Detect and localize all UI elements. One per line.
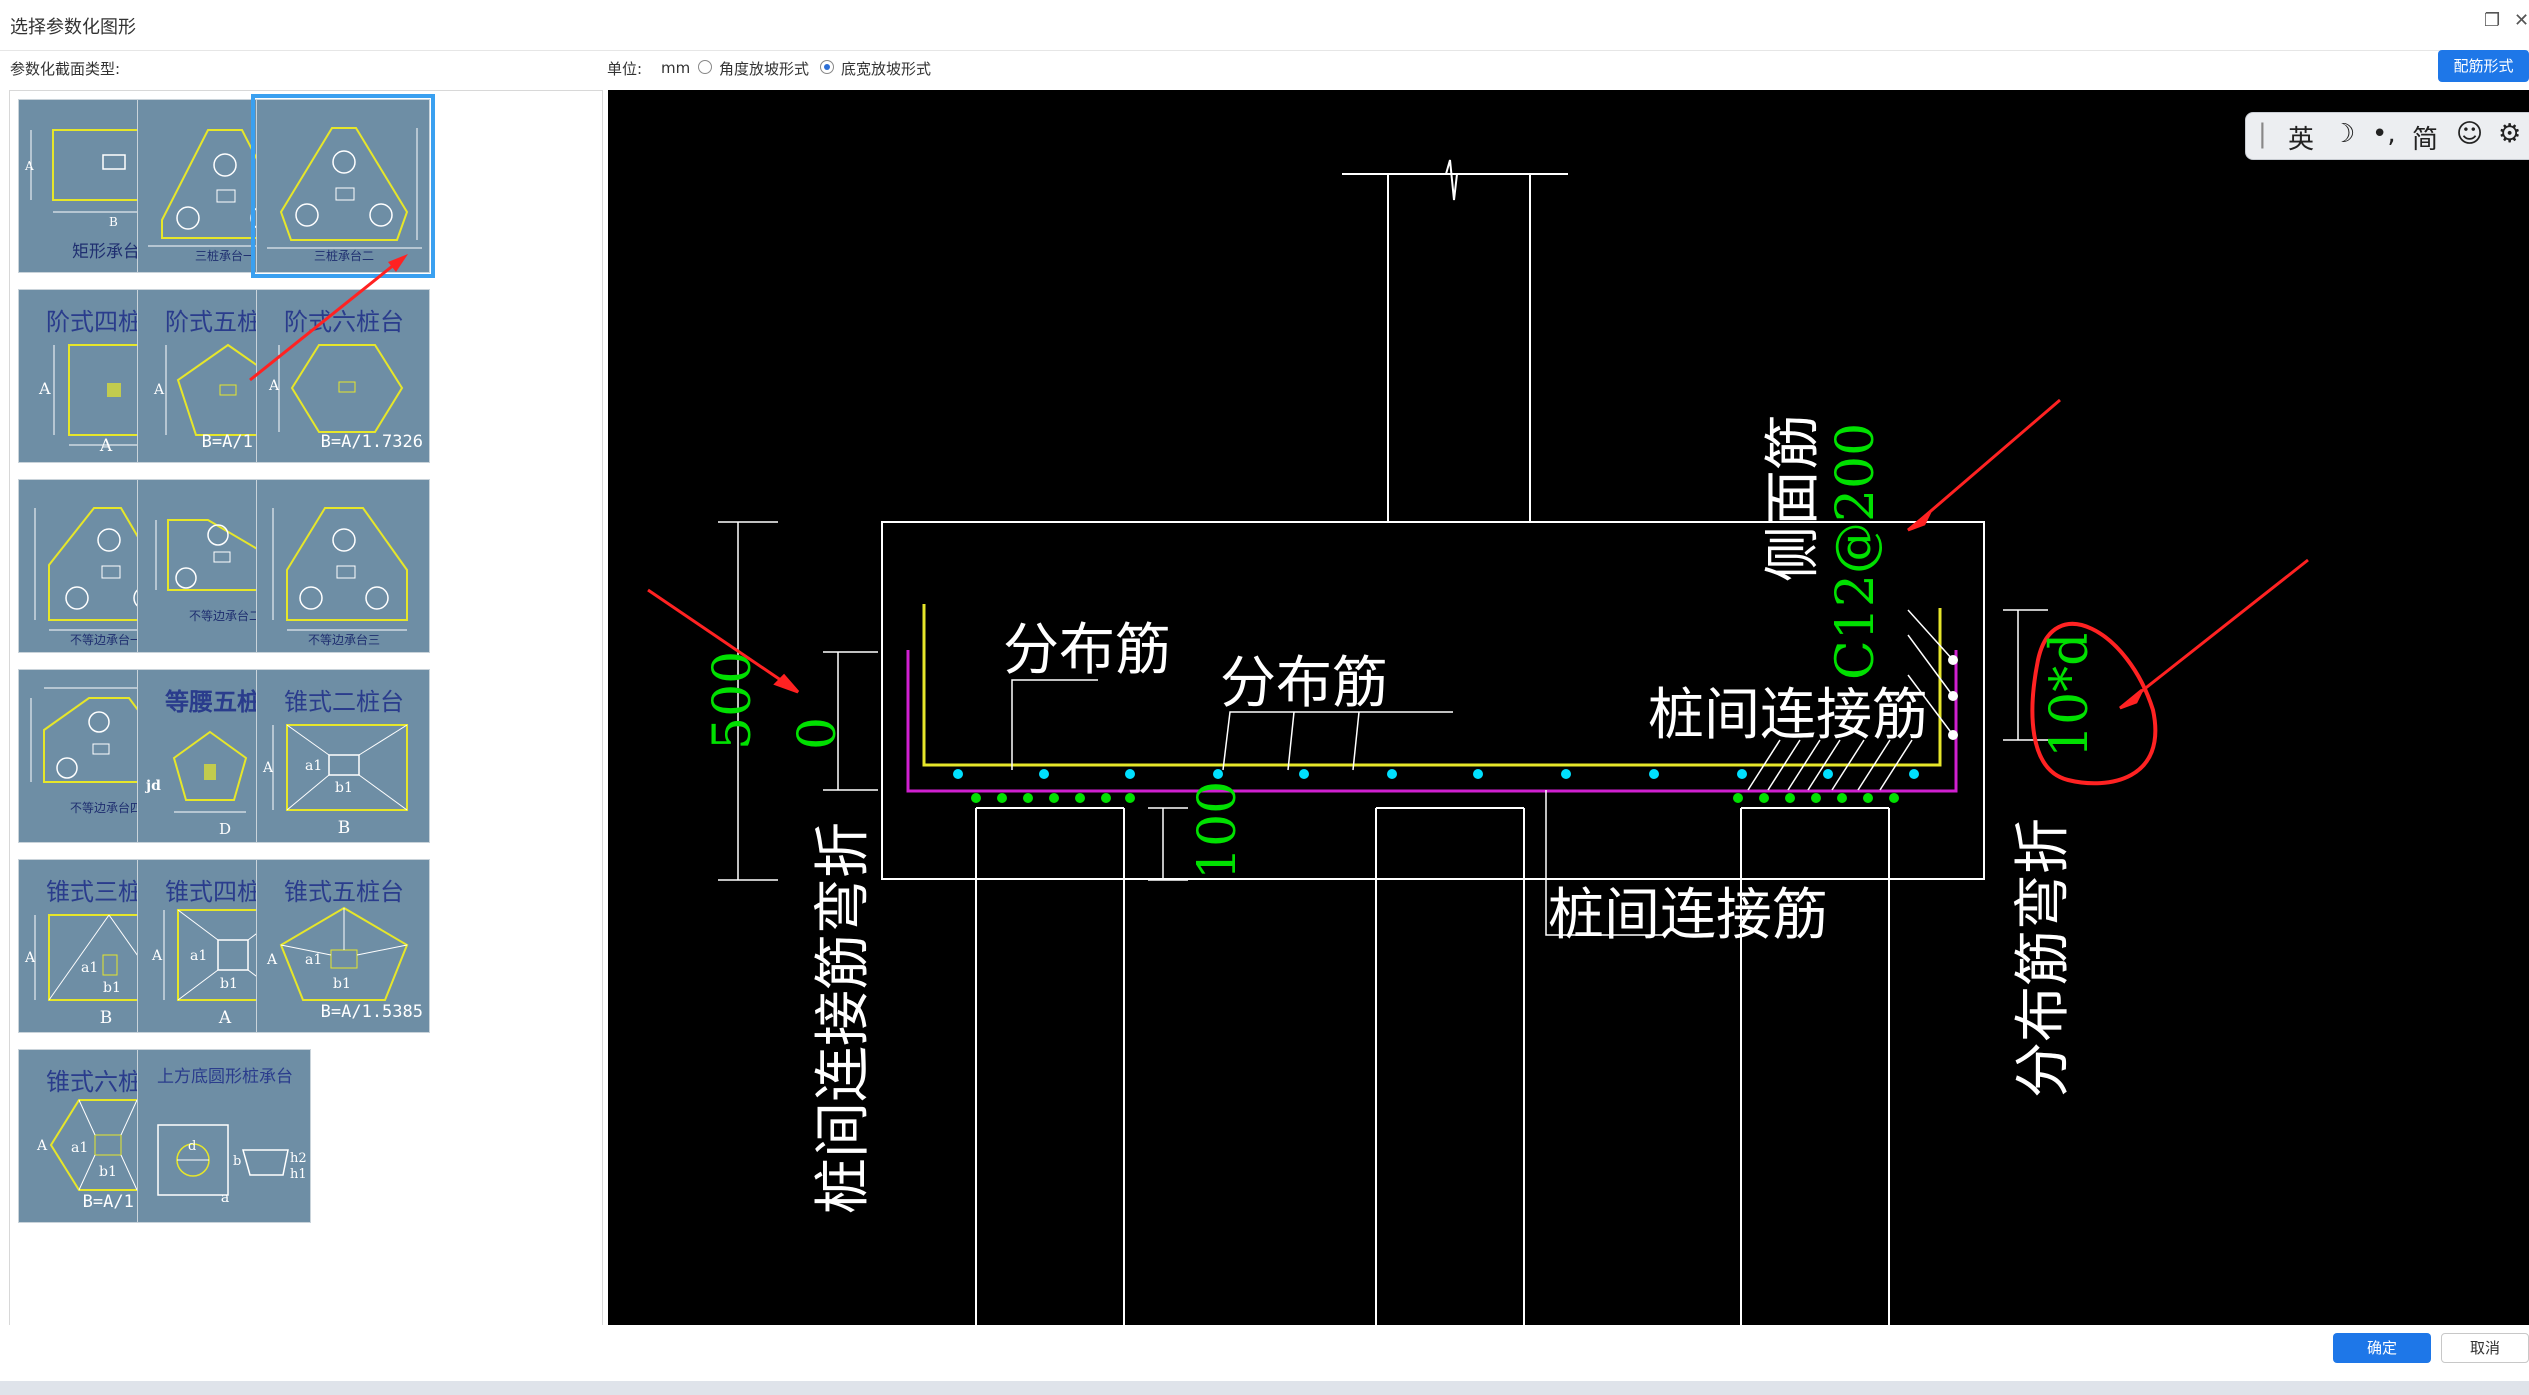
thumb-irregular-cap-3[interactable]: 不等边承台三 [256,479,430,653]
radio-width-label[interactable]: 底宽放坡形式 [841,58,931,79]
radio-width-slope[interactable] [820,60,834,74]
thumb-caption: B=A/1.5385 [320,1002,423,1022]
svg-text:b1: b1 [103,980,121,996]
svg-text:A: A [266,952,278,968]
svg-text:a1: a1 [305,952,322,968]
thumb-caption: a [220,1190,230,1206]
emoji-icon[interactable]: ☺ [2456,119,2483,149]
svg-text:a1: a1 [305,758,322,774]
close-icon[interactable]: ✕ [2514,10,2529,31]
title-bar: 选择参数化图形 ❐ ✕ [0,0,2529,51]
svg-text:A: A [153,382,165,398]
label-side-rebar-spec: C12@200 [1826,422,1886,680]
svg-text:h2: h2 [290,1151,307,1166]
dim-500: 500 [703,650,763,750]
svg-text:d: d [188,1139,196,1154]
thumb-caption: B=A/1.7326 [320,432,423,452]
svg-text:A: A [36,1138,48,1154]
svg-text:b1: b1 [220,976,238,992]
thumb-caption: B [337,818,351,838]
toolbar: 参数化截面类型: 单位: mm 角度放坡形式 底宽放坡形式 配筋形式 [0,50,2529,90]
label-link-rebar-1: 桩间连接筋 [1648,683,1928,748]
svg-text:jd: jd [144,778,161,794]
label-distribution-rebar-1: 分布筋 [1003,618,1171,683]
cancel-button[interactable]: 取消 [2441,1333,2529,1363]
thumb-red-arrow [249,254,408,382]
dim-100: 100 [1188,780,1248,880]
restore-icon[interactable]: ❐ [2484,10,2500,31]
label-link-rebar-2: 桩间连接筋 [1548,883,1828,948]
cad-drawing [647,159,2309,1325]
svg-text:b1: b1 [99,1164,117,1180]
svg-text:a1: a1 [81,960,98,976]
dim-0: 0 [788,716,848,750]
svg-text:A: A [262,760,274,776]
svg-text:a1: a1 [190,948,207,964]
radio-angle-label[interactable]: 角度放坡形式 [719,58,809,79]
irregular-3-preview [272,507,408,631]
break-mark [1445,159,1458,201]
ime-english[interactable]: 英 [2288,119,2314,156]
svg-text:b1: b1 [333,976,351,992]
svg-text:A: A [151,948,163,964]
svg-text:h1: h1 [290,1167,307,1182]
section-type-label: 参数化截面类型: [10,60,121,78]
ime-divider: | [2258,119,2267,149]
ok-button[interactable]: 确定 [2333,1333,2431,1363]
thumb-cone-five-pile[interactable]: 锥式五桩台 a1 b1 A B=A/1.5385 [256,859,430,1033]
thumb-cone-two-pile[interactable]: 锥式二桩台 a1 b1 A B [256,669,430,843]
unit-label: 单位: [607,60,643,78]
thumb-caption: 不等边承台三 [307,633,380,647]
thumb-square-round-base-cap[interactable]: 上方底圆形桩承台 d b h2 h1 a [137,1049,311,1223]
taskbar-strip [0,1381,2529,1395]
svg-text:A: A [38,379,51,398]
svg-text:a1: a1 [71,1140,88,1156]
green-rebar-dots [971,793,1899,803]
cad-preview[interactable]: 分布筋 分布筋 桩间连接筋 桩间连接筋 侧面筋 C12@200 500 0 10… [608,90,2529,1325]
svg-text:b1: b1 [335,780,353,796]
ime-toolbar: | 英 ☽ •, 简 ☺ ⚙ [2245,112,2529,160]
label-side-rebar: 侧面筋 [1761,414,1826,582]
cyan-rebar-dots [953,769,1919,779]
rebar-form-button[interactable]: 配筋形式 [2438,50,2529,82]
window-title: 选择参数化图形 [10,17,136,38]
punctuation-icon[interactable]: •, [2372,119,2396,149]
label-link-bend: 桩间连接筋弯折 [811,822,876,1214]
label-10d: 10*d [2040,632,2100,758]
label-distribution-rebar-2: 分布筋 [1220,651,1388,716]
unit-value: mm [661,59,691,77]
svg-text:A: A [24,950,36,966]
radio-angle-slope[interactable] [698,60,712,74]
svg-text:A: A [24,159,34,173]
label-distribution-bend: 分布筋弯折 [2011,818,2076,1098]
svg-text:B: B [109,215,118,229]
moon-icon[interactable]: ☽ [2332,119,2355,149]
gear-icon[interactable]: ⚙ [2498,119,2521,149]
svg-text:b: b [233,1154,241,1169]
ime-simplified[interactable]: 简 [2412,119,2438,156]
